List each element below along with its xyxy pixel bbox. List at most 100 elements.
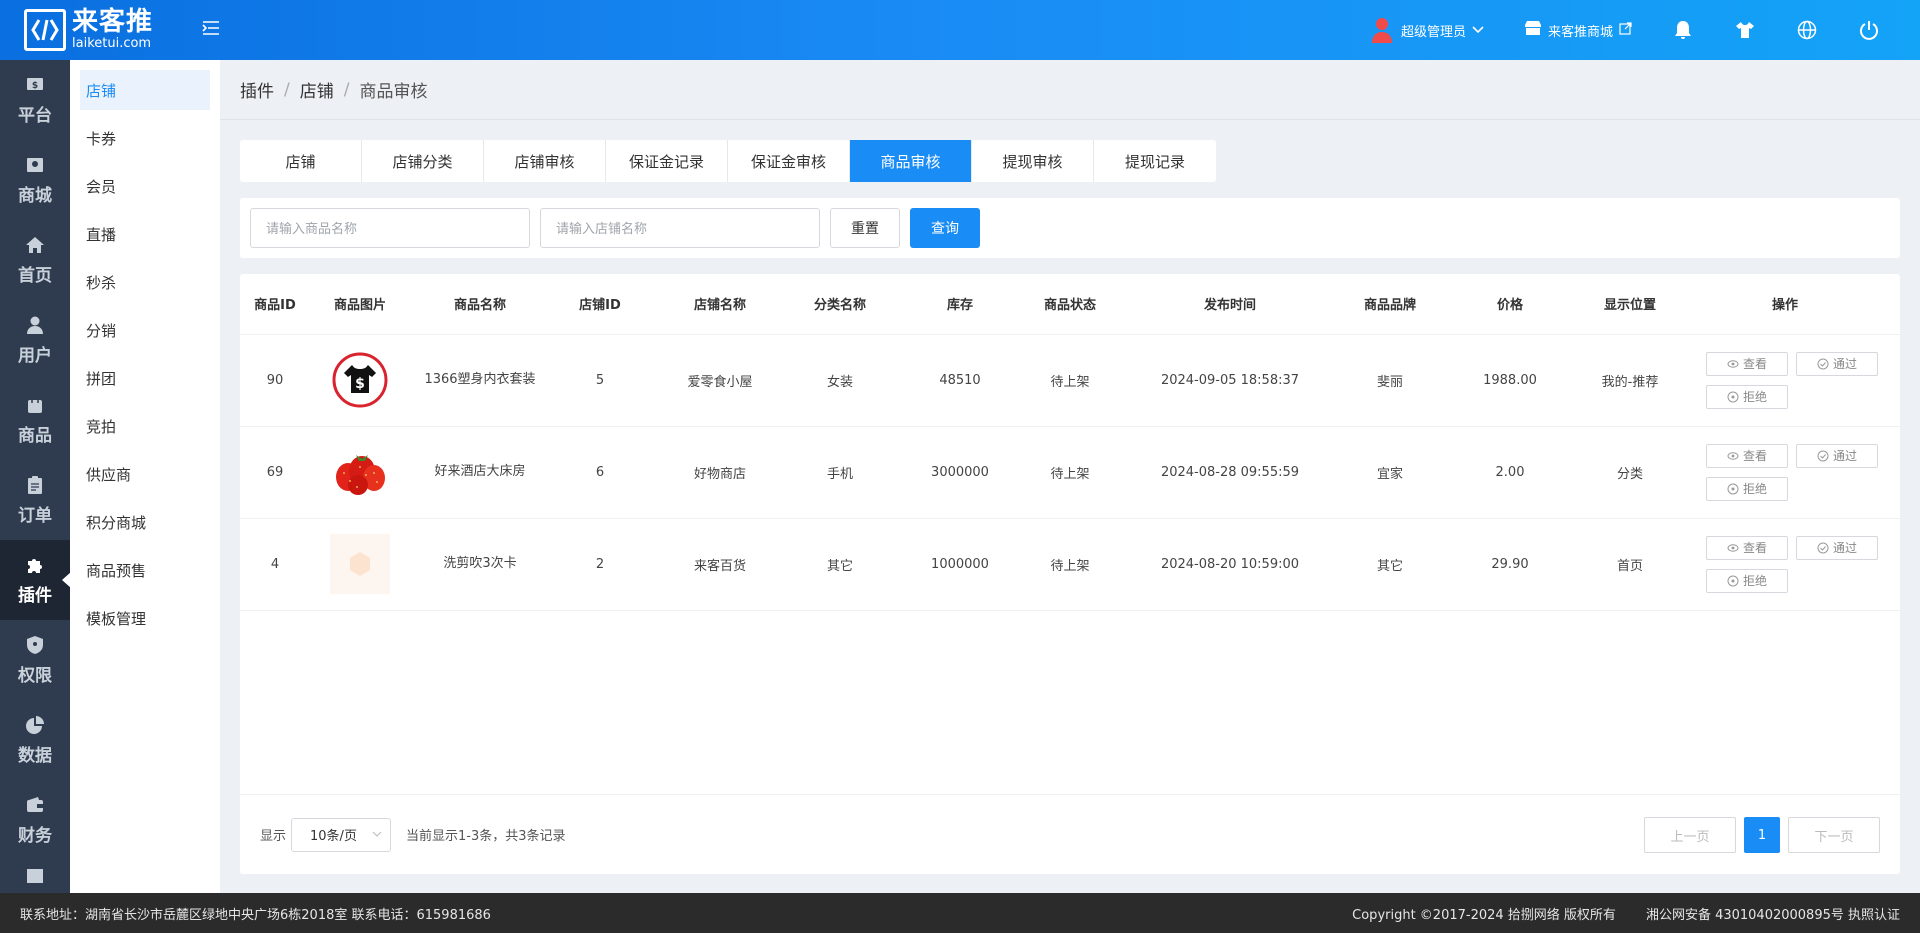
store-icon [27, 157, 43, 172]
subnav-item-flash-sale[interactable]: 秒杀 [80, 262, 210, 302]
home-icon [26, 236, 44, 253]
subnav-item-supplier[interactable]: 供应商 [80, 454, 210, 494]
breadcrumb-store[interactable]: 店铺 [300, 77, 334, 102]
reject-button[interactable]: 拒绝 [1706, 568, 1788, 593]
col-header: 显示位置 [1590, 274, 1670, 335]
subnav-item-presale[interactable]: 商品预售 [80, 550, 210, 590]
nav-item-platform[interactable]: $ 平台 [0, 60, 70, 140]
footer-address: 联系地址：湖南省长沙市岳麓区绿地中央广场6栋2018室 联系电话：6159816… [20, 907, 491, 923]
nav-item-more[interactable] [0, 860, 70, 893]
user-icon [27, 316, 43, 334]
chevron-down-icon [372, 831, 382, 837]
image-icon [27, 869, 43, 883]
subnav-item-points-mall[interactable]: 积分商城 [80, 502, 210, 542]
user-menu[interactable]: 超级管理员 [1371, 16, 1484, 44]
puzzle-icon [28, 558, 42, 573]
page-number-current[interactable]: 1 [1744, 817, 1780, 853]
nav-item-data[interactable]: 数据 [0, 700, 70, 780]
view-button[interactable]: 查看 [1706, 351, 1788, 376]
col-header: 分类名称 [790, 274, 890, 335]
check-circle-icon [1817, 450, 1829, 461]
nav-label: 首页 [18, 265, 52, 286]
approve-button[interactable]: 通过 [1796, 535, 1878, 560]
user-name: 超级管理员 [1400, 24, 1466, 40]
svg-text:$: $ [355, 376, 365, 392]
cell-category: 女装 [790, 334, 890, 427]
view-button[interactable]: 查看 [1706, 443, 1788, 468]
reject-circle-icon [1727, 391, 1739, 402]
subnav-item-coupon[interactable]: 卡券 [80, 118, 210, 158]
tab-deposit-records[interactable]: 保证金记录 [606, 140, 728, 182]
logo[interactable]: 来客推 laiketui.com [24, 9, 153, 51]
cell-id: 90 [240, 334, 310, 427]
tab-store-category[interactable]: 店铺分类 [362, 140, 484, 182]
tab-withdraw-records[interactable]: 提现记录 [1094, 140, 1216, 182]
subnav-item-template[interactable]: 模板管理 [80, 598, 210, 638]
subnav-item-auction[interactable]: 竞拍 [80, 406, 210, 446]
strawberry-image [336, 455, 385, 495]
subnav-item-live[interactable]: 直播 [80, 214, 210, 254]
record-summary: 当前显示1-3条，共3条记录 [406, 829, 566, 844]
nav-item-plugin[interactable]: 插件 [0, 540, 71, 620]
next-page-button[interactable]: 下一页 [1788, 817, 1880, 853]
store-link[interactable]: 来客推商城 [1524, 20, 1632, 40]
subnav-item-group-buy[interactable]: 拼团 [80, 358, 210, 398]
power-icon[interactable] [1858, 19, 1880, 41]
cell-stock: 3000000 [890, 426, 1030, 519]
cell-store-id: 6 [550, 426, 650, 519]
prev-page-button[interactable]: 上一页 [1644, 817, 1736, 853]
reject-button[interactable]: 拒绝 [1706, 384, 1788, 409]
col-header: 操作 [1670, 274, 1900, 335]
col-header: 发布时间 [1110, 274, 1350, 335]
subnav-item-store[interactable]: 店铺 [80, 70, 210, 110]
nav-item-mall[interactable]: 商城 [0, 140, 70, 220]
cell-product-name: 好来酒店大床房 [410, 426, 550, 519]
subnav-item-member[interactable]: 会员 [80, 166, 210, 206]
nav-item-home[interactable]: 首页 [0, 220, 70, 300]
cell-publish-time: 2024-08-28 09:55:59 [1110, 426, 1350, 519]
tab-bar: 店铺 店铺分类 店铺审核 保证金记录 保证金审核 商品审核 提现审核 提现记录 [240, 140, 1216, 182]
reset-button[interactable]: 重置 [830, 208, 900, 248]
tab-product-review[interactable]: 商品审核 [850, 140, 972, 182]
shirt-icon[interactable] [1734, 19, 1756, 41]
col-header: 店铺ID [550, 274, 650, 335]
breadcrumb-plugin[interactable]: 插件 [240, 77, 274, 102]
table-row: 90 $ 1366塑身内衣套装 5 爱零食小屋 女装 48510 待上架 202… [240, 334, 1900, 427]
cell-store-name: 爱零食小屋 [650, 334, 790, 427]
nav-item-user[interactable]: 用户 [0, 300, 70, 380]
store-name-input[interactable] [540, 208, 820, 248]
globe-icon[interactable] [1796, 19, 1818, 41]
page-size-select[interactable]: 10条/页 [291, 817, 392, 852]
wallet-icon [27, 796, 43, 812]
view-button[interactable]: 查看 [1706, 535, 1788, 560]
check-circle-icon [1817, 358, 1829, 369]
nav-label: 权限 [18, 665, 52, 686]
tab-store[interactable]: 店铺 [240, 140, 362, 182]
bell-icon[interactable] [1672, 19, 1694, 41]
cell-status: 待上架 [1030, 426, 1110, 519]
nav-item-product[interactable]: 商品 [0, 380, 70, 460]
search-button[interactable]: 查询 [910, 208, 980, 248]
bag-icon [28, 394, 42, 413]
approve-button[interactable]: 通过 [1796, 443, 1878, 468]
tab-withdraw-review[interactable]: 提现审核 [972, 140, 1094, 182]
subnav-item-distribution[interactable]: 分销 [80, 310, 210, 350]
reject-button[interactable]: 拒绝 [1706, 476, 1788, 501]
nav-item-permission[interactable]: 权限 [0, 620, 70, 700]
product-thumbnail[interactable] [330, 534, 390, 594]
nav-item-finance[interactable]: 财务 [0, 780, 70, 860]
menu-toggle-icon[interactable] [200, 17, 224, 41]
approve-button[interactable]: 通过 [1796, 351, 1878, 376]
nav-item-order[interactable]: 订单 [0, 460, 70, 540]
tab-deposit-review[interactable]: 保证金审核 [728, 140, 850, 182]
product-thumbnail[interactable] [330, 442, 390, 502]
logo-subtitle: laiketui.com [72, 36, 152, 51]
product-thumbnail[interactable]: $ [330, 350, 390, 410]
cell-brand: 宜家 [1350, 426, 1430, 519]
footer-icp[interactable]: 湘公网安备 43010402000895号 执照认证 [1646, 904, 1900, 923]
nav-label: 平台 [18, 105, 52, 126]
tab-store-review[interactable]: 店铺审核 [484, 140, 606, 182]
cell-position: 我的-推荐 [1590, 334, 1670, 427]
cell-position: 分类 [1590, 426, 1670, 519]
product-name-input[interactable] [250, 208, 530, 248]
